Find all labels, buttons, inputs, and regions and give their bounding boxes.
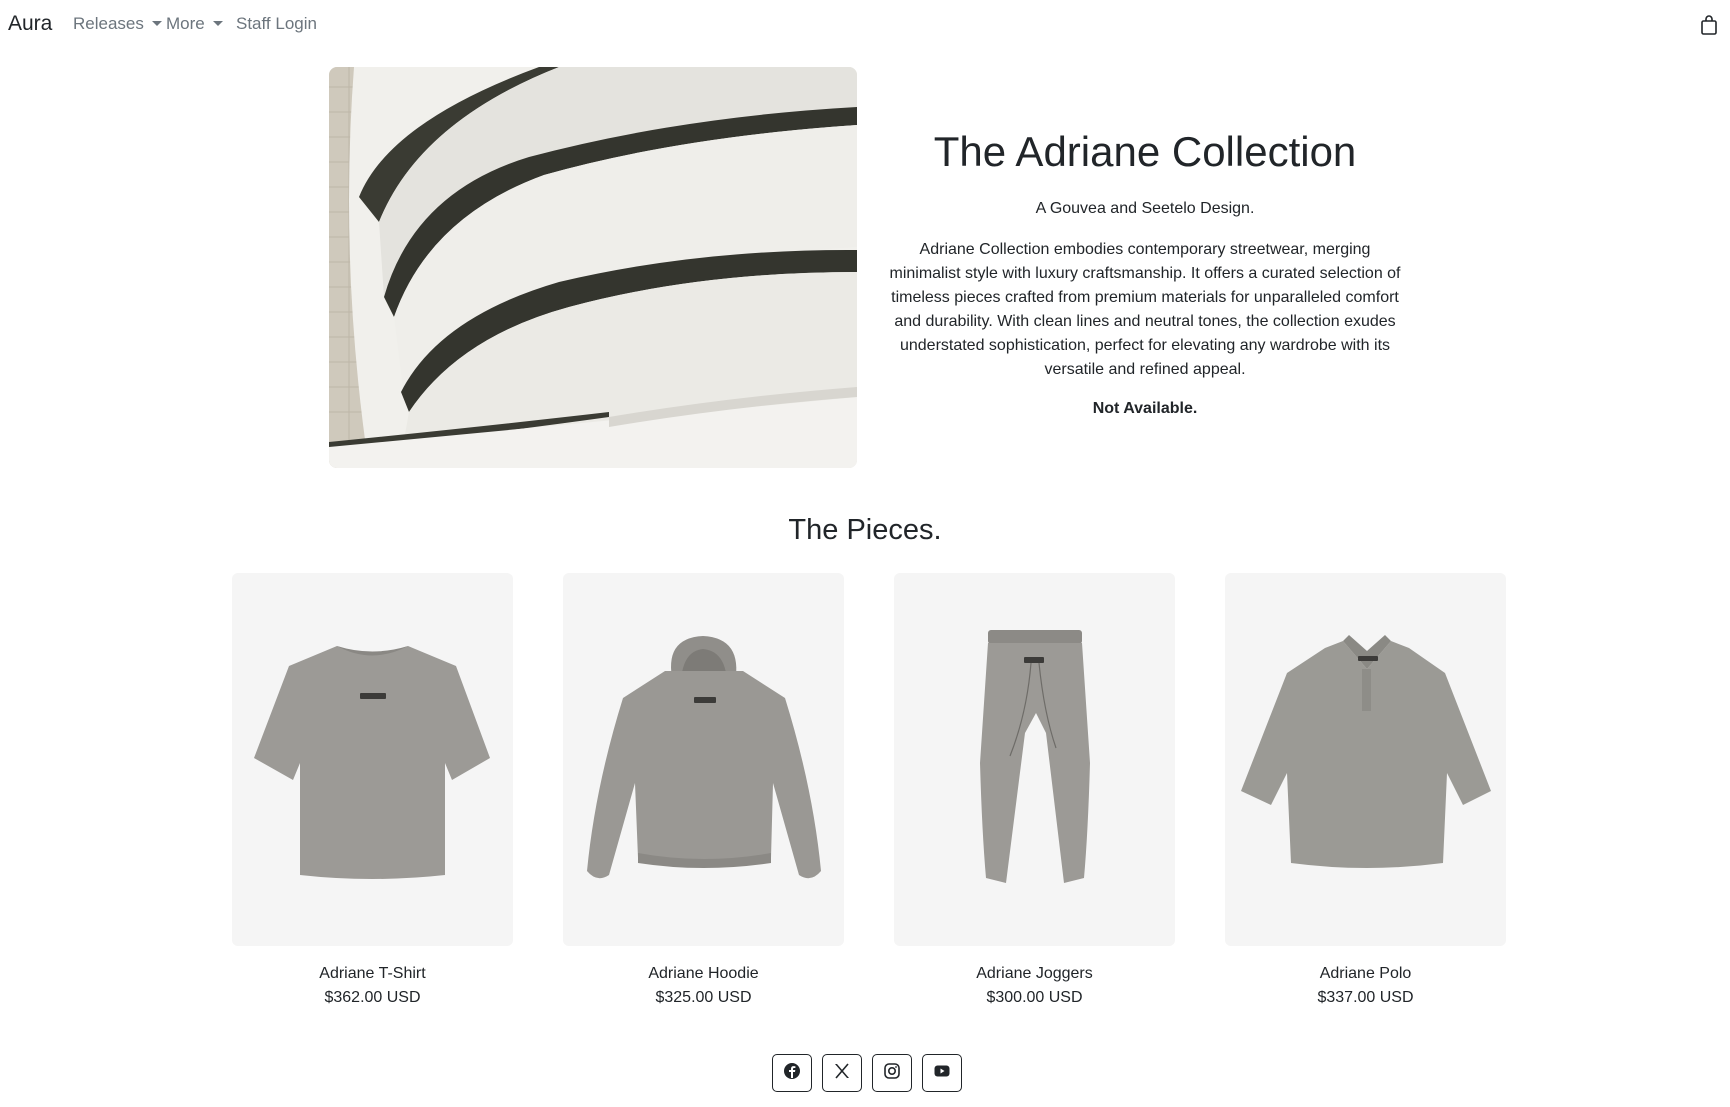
product-card-polo[interactable]: Adriane Polo $337.00 USD (1225, 573, 1506, 1009)
collection-title: The Adriane Collection (933, 128, 1357, 175)
product-image-polo[interactable] (1225, 573, 1506, 946)
hero-text: The Adriane Collection A Gouvea and Seet… (885, 120, 1405, 420)
product-price: $337.00 USD (1317, 989, 1414, 1006)
caret-down-icon (212, 21, 223, 26)
product-image-hoodie[interactable] (563, 573, 844, 946)
pieces-heading: The Pieces. (788, 514, 942, 546)
facebook-button[interactable] (772, 1054, 812, 1092)
nav-more-label: More (166, 14, 205, 33)
availability-status: Not Available. (1092, 400, 1198, 417)
product-name: Adriane Polo (1319, 965, 1412, 982)
product-price: $325.00 USD (655, 989, 752, 1006)
collection-subtitle: A Gouvea and Seetelo Design. (1035, 200, 1255, 217)
product-card-joggers[interactable]: Adriane Joggers $300.00 USD (894, 573, 1175, 1009)
x-twitter-button[interactable] (822, 1054, 862, 1092)
product-price: $300.00 USD (986, 989, 1083, 1006)
nav-releases-dropdown[interactable]: Releases (73, 14, 162, 34)
collection-description: Adriane Collection embodies contemporary… (889, 241, 1401, 378)
shopping-bag-icon[interactable] (1698, 14, 1720, 36)
youtube-icon (933, 1062, 951, 1085)
product-image-joggers[interactable] (894, 573, 1175, 946)
navbar: Aura Releases More Staff Login (0, 0, 1730, 48)
product-name: Adriane Joggers (976, 965, 1093, 982)
nav-staff-login[interactable]: Staff Login (236, 14, 317, 34)
brand-logo[interactable]: Aura (8, 12, 52, 36)
product-price: $362.00 USD (324, 989, 421, 1006)
product-card-tshirt[interactable]: Adriane T-Shirt $362.00 USD (232, 573, 513, 1009)
caret-down-icon (151, 21, 162, 26)
nav-releases-label: Releases (73, 14, 144, 33)
nav-more-dropdown[interactable]: More (166, 14, 223, 34)
facebook-icon (783, 1062, 801, 1085)
hero-image-spiral-building (329, 67, 857, 468)
product-image-tshirt[interactable] (232, 573, 513, 946)
product-name: Adriane Hoodie (648, 965, 759, 982)
product-name: Adriane T-Shirt (319, 965, 426, 982)
x-icon (833, 1062, 851, 1085)
instagram-button[interactable] (872, 1054, 912, 1092)
product-card-hoodie[interactable]: Adriane Hoodie $325.00 USD (563, 573, 844, 1009)
youtube-button[interactable] (922, 1054, 962, 1092)
instagram-icon (883, 1062, 901, 1085)
